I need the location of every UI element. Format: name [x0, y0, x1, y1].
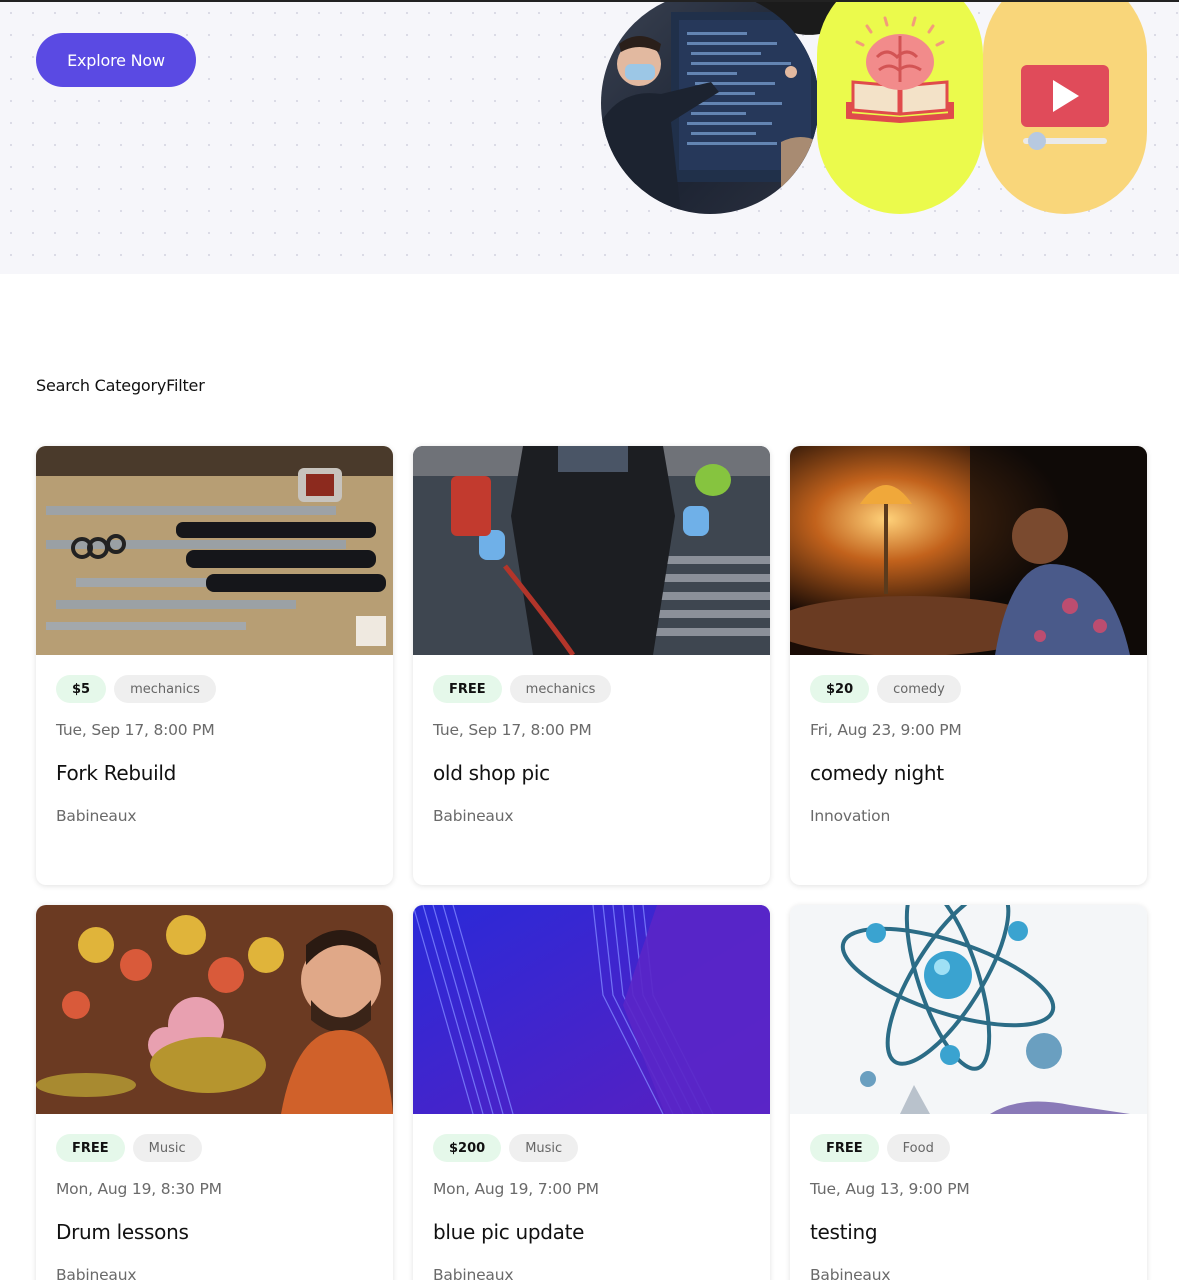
event-card[interactable]: $5 mechanics Tue, Sep 17, 8:00 PM Fork R…: [36, 446, 393, 885]
brain-book-icon: [846, 16, 954, 124]
event-date: Mon, Aug 19, 8:30 PM: [56, 1180, 222, 1198]
brain-book-tile: [817, 2, 983, 214]
category-badge[interactable]: Music: [509, 1134, 579, 1162]
explore-now-button[interactable]: Explore Now: [36, 33, 196, 87]
event-card[interactable]: $20 comedy Fri, Aug 23, 9:00 PM comedy n…: [790, 446, 1147, 885]
blue-abstract-image: [413, 905, 770, 1114]
event-title[interactable]: old shop pic: [433, 761, 550, 785]
search-category-filter[interactable]: Search CategoryFilter: [36, 376, 205, 395]
category-badge[interactable]: Music: [132, 1134, 202, 1162]
event-venue: Babineaux: [433, 1266, 514, 1280]
category-badge[interactable]: comedy: [877, 675, 961, 703]
event-venue: Innovation: [810, 807, 891, 825]
event-date: Mon, Aug 19, 7:00 PM: [433, 1180, 599, 1198]
event-title[interactable]: Drum lessons: [56, 1220, 189, 1244]
event-date: Fri, Aug 23, 9:00 PM: [810, 721, 962, 739]
event-title[interactable]: blue pic update: [433, 1220, 584, 1244]
video-player-icon: [1021, 65, 1109, 150]
event-date: Tue, Sep 17, 8:00 PM: [433, 721, 592, 739]
mechanic-photo: [413, 446, 770, 655]
presenter-photo: [601, 2, 819, 214]
lamp-drink-photo: [790, 446, 1147, 655]
hero-banner: Explore Now: [0, 2, 1179, 274]
event-title[interactable]: comedy night: [810, 761, 944, 785]
category-badge[interactable]: mechanics: [509, 675, 612, 703]
price-badge: FREE: [433, 675, 502, 703]
video-player-tile: [983, 2, 1147, 214]
event-venue: Babineaux: [810, 1266, 891, 1280]
price-badge: $200: [433, 1134, 502, 1162]
event-card[interactable]: $200 Music Mon, Aug 19, 7:00 PM blue pic…: [413, 905, 770, 1280]
atom-illustration: [790, 905, 1147, 1114]
category-badge[interactable]: Food: [886, 1134, 950, 1162]
price-badge: $20: [810, 675, 870, 703]
event-title[interactable]: testing: [810, 1220, 878, 1244]
event-title[interactable]: Fork Rebuild: [56, 761, 176, 785]
fork-parts-photo: [36, 446, 393, 655]
event-date: Tue, Aug 13, 9:00 PM: [810, 1180, 970, 1198]
event-card[interactable]: FREE mechanics Tue, Sep 17, 8:00 PM old …: [413, 446, 770, 885]
drummer-photo: [36, 905, 393, 1114]
event-venue: Babineaux: [56, 807, 137, 825]
event-date: Tue, Sep 17, 8:00 PM: [56, 721, 215, 739]
event-card[interactable]: FREE Food Tue, Aug 13, 9:00 PM testing B…: [790, 905, 1147, 1280]
event-venue: Babineaux: [56, 1266, 137, 1280]
event-venue: Babineaux: [433, 807, 514, 825]
event-card[interactable]: FREE Music Mon, Aug 19, 8:30 PM Drum les…: [36, 905, 393, 1280]
price-badge: FREE: [56, 1134, 125, 1162]
price-badge: $5: [56, 675, 107, 703]
category-badge[interactable]: mechanics: [114, 675, 216, 703]
price-badge: FREE: [810, 1134, 879, 1162]
